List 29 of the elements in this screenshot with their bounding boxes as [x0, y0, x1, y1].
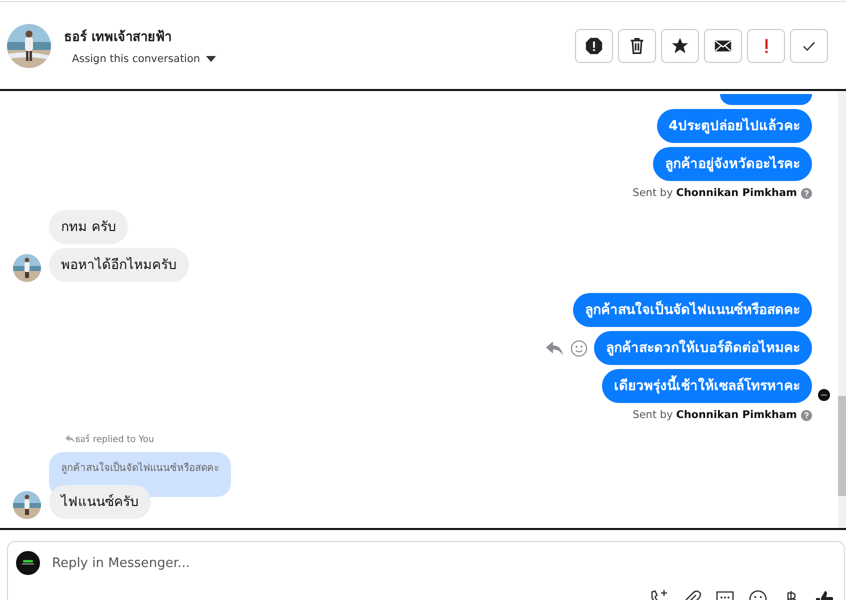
message-bubble: กทม ครับ	[49, 210, 128, 244]
report-button[interactable]	[575, 28, 613, 62]
message-bubble: ลูกค้าสนใจเป็นจัดไฟแนนซ์หรือสดคะ	[573, 293, 812, 327]
logo-icon	[16, 551, 40, 575]
contact-name: ธอร์ เทพเจ้าสายฟ้า	[64, 28, 173, 47]
message-bubble: 4ประตูปล่อยไปแล้วคะ	[656, 109, 812, 143]
sent-by-label: Sent by Chonnikan Pimkham	[632, 409, 797, 421]
star-button[interactable]	[661, 28, 699, 62]
scrollbar[interactable]	[838, 91, 846, 528]
delete-button[interactable]	[618, 28, 656, 62]
exclamation-icon	[764, 38, 768, 52]
help-icon[interactable]	[801, 410, 812, 420]
mail-button[interactable]	[704, 28, 742, 62]
message-bubble: พอหาได้อีกไหมครับ	[49, 248, 189, 282]
help-icon[interactable]	[801, 188, 812, 198]
scrollbar-thumb[interactable]	[838, 396, 846, 496]
message-bubble: เดียวพรุ่งนี้เช้าให้เซลล์โทรหาคะ	[602, 369, 812, 403]
assign-dropdown[interactable]: Assign this conversation	[64, 53, 216, 65]
star-icon	[671, 36, 689, 54]
reply-arrow-icon	[65, 435, 75, 443]
reply-icon[interactable]	[546, 340, 564, 356]
message-bubble: ลูกค้าสะดวกให้เบอร์ติดต่อไหมคะ	[594, 331, 812, 365]
sent-by-label: Sent by Chonnikan Pimkham	[632, 187, 797, 199]
message-bubble: ไฟแนนซ์ครับ	[49, 485, 151, 519]
trash-icon	[628, 36, 646, 54]
reply-note: ธอร์ replied to You	[65, 432, 830, 446]
caret-icon	[206, 56, 216, 62]
report-icon	[585, 36, 603, 54]
message-bubble: ลูกค้าอยู่จังหวัดอะไรคะ	[653, 147, 812, 181]
